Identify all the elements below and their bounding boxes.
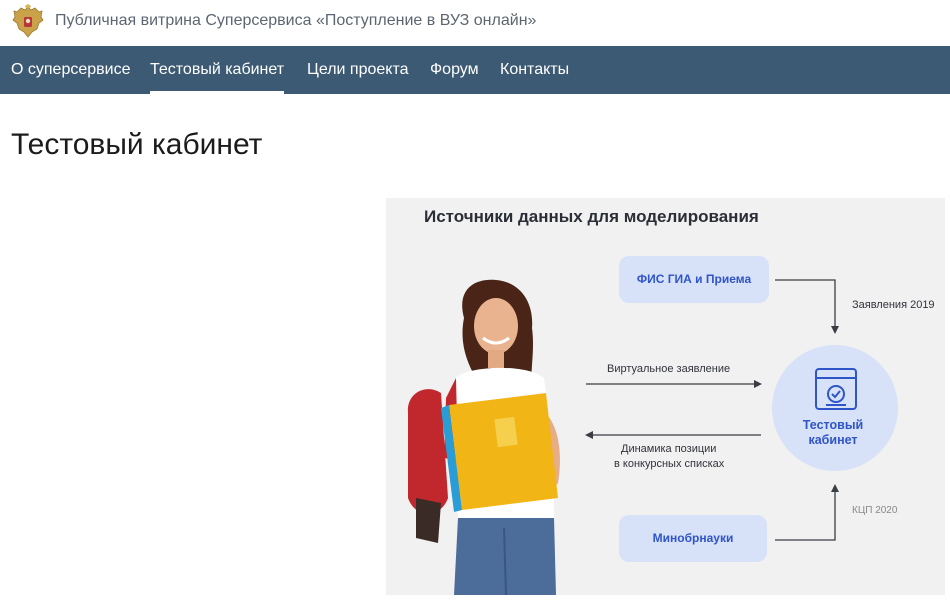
main-navigation: О суперсервисе Тестовый кабинет Цели про… bbox=[0, 46, 950, 94]
nav-item-contacts[interactable]: Контакты bbox=[500, 46, 569, 94]
label-kcp: КЦП 2020 bbox=[852, 505, 898, 516]
label-virtual-application: Виртуальное заявление bbox=[607, 363, 731, 375]
site-header: Публичная витрина Суперсервиса «Поступле… bbox=[0, 0, 950, 46]
nav-item-test-cabinet[interactable]: Тестовый кабинет bbox=[150, 46, 285, 94]
data-sources-illustration: Источники данных для моделирования ФИС Г… bbox=[386, 198, 945, 595]
center-label-line1: Тестовый bbox=[802, 418, 864, 432]
source-fis-pill: ФИС ГИА и Приема bbox=[619, 256, 769, 303]
center-label-line2: кабинет bbox=[808, 433, 858, 447]
label-applications: Заявления 2019 bbox=[852, 299, 935, 311]
eagle-emblem-icon[interactable] bbox=[11, 4, 45, 40]
nav-item-forum[interactable]: Форум bbox=[430, 46, 479, 94]
center-label: Тестовый кабинет bbox=[798, 418, 868, 448]
illustration-title: Источники данных для моделирования bbox=[424, 207, 759, 226]
nav-item-about[interactable]: О суперсервисе bbox=[11, 46, 130, 94]
student-figure bbox=[407, 279, 560, 595]
page-title: Тестовый кабинет bbox=[11, 128, 263, 161]
site-title[interactable]: Публичная витрина Суперсервиса «Поступле… bbox=[55, 12, 536, 30]
nav-item-goals[interactable]: Цели проекта bbox=[307, 46, 409, 94]
label-dynamics-line1: Динамика позиции bbox=[621, 443, 717, 455]
source-ministry-pill: Минобрнауки bbox=[619, 515, 767, 562]
label-dynamics-line2: в конкурсных списках bbox=[614, 458, 725, 470]
